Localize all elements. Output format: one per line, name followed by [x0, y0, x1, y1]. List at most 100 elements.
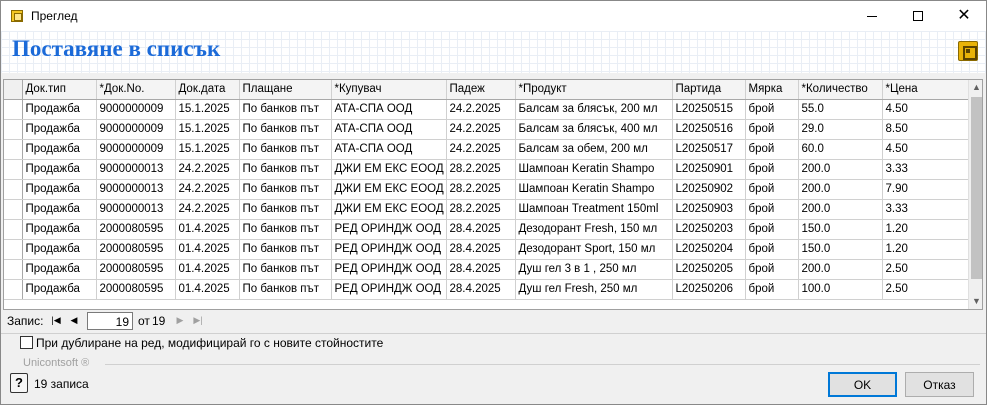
column-header-doc-date[interactable]: Док.дата: [175, 80, 240, 100]
cell-price[interactable]: 1.20: [882, 239, 969, 260]
table-row[interactable]: Продажба 9000000013 24.2.2025 По банков път…: [4, 179, 969, 200]
column-header-unit[interactable]: Мярка: [745, 80, 799, 100]
cell-quantity[interactable]: 60.0: [798, 139, 883, 160]
cell-doc-no[interactable]: 9000000009: [96, 139, 176, 160]
cell-doc-date[interactable]: 01.4.2025: [175, 279, 240, 300]
cell-unit[interactable]: брой: [745, 139, 799, 160]
cell-payment[interactable]: По банков път: [239, 199, 332, 220]
table-row[interactable]: Продажба 9000000009 15.1.2025 По банков път…: [4, 99, 969, 120]
table-row[interactable]: Продажба 9000000009 15.1.2025 По банков път…: [4, 139, 969, 160]
table-row[interactable]: Продажба 9000000009 15.1.2025 По банков път…: [4, 119, 969, 140]
cell-batch[interactable]: L20250517: [672, 139, 746, 160]
cell-product[interactable]: Шампоан Treatment 150ml: [515, 199, 673, 220]
cell-payment[interactable]: По банков път: [239, 119, 332, 140]
cell-quantity[interactable]: 200.0: [798, 179, 883, 200]
last-record-button[interactable]: ▶|: [189, 312, 207, 329]
cell-doc-no[interactable]: 9000000013: [96, 179, 176, 200]
cell-price[interactable]: 4.50: [882, 139, 969, 160]
cell-doc-type[interactable]: Продажба: [22, 279, 97, 300]
cell-unit[interactable]: брой: [745, 199, 799, 220]
cell-due-date[interactable]: 28.4.2025: [446, 259, 516, 280]
cell-batch[interactable]: L20250206: [672, 279, 746, 300]
table-row[interactable]: Продажба 9000000013 24.2.2025 По банков път…: [4, 159, 969, 180]
cell-due-date[interactable]: 24.2.2025: [446, 99, 516, 120]
cell-doc-no[interactable]: 9000000009: [96, 119, 176, 140]
cell-due-date[interactable]: 24.2.2025: [446, 119, 516, 140]
close-button[interactable]: ✕: [941, 1, 987, 31]
cell-unit[interactable]: брой: [745, 159, 799, 180]
column-header-doc-type[interactable]: Док.тип: [22, 80, 97, 100]
cell-due-date[interactable]: 28.2.2025: [446, 159, 516, 180]
cell-quantity[interactable]: 29.0: [798, 119, 883, 140]
cell-due-date[interactable]: 28.2.2025: [446, 199, 516, 220]
cell-doc-type[interactable]: Продажба: [22, 259, 97, 280]
cell-batch[interactable]: L20250901: [672, 159, 746, 180]
duplicate-checkbox[interactable]: [20, 336, 33, 349]
cell-doc-type[interactable]: Продажба: [22, 239, 97, 260]
cell-price[interactable]: 7.90: [882, 179, 969, 200]
cell-payment[interactable]: По банков път: [239, 99, 332, 120]
cell-doc-date[interactable]: 24.2.2025: [175, 159, 240, 180]
cell-buyer[interactable]: АТА-СПА ООД: [331, 99, 447, 120]
cell-unit[interactable]: брой: [745, 219, 799, 240]
cell-doc-date[interactable]: 24.2.2025: [175, 179, 240, 200]
cell-due-date[interactable]: 28.4.2025: [446, 239, 516, 260]
cell-doc-no[interactable]: 2000080595: [96, 219, 176, 240]
column-header-product[interactable]: *Продукт: [515, 80, 673, 100]
column-header-buyer[interactable]: *Купувач: [331, 80, 447, 100]
cell-unit[interactable]: брой: [745, 239, 799, 260]
cell-buyer[interactable]: ДЖИ ЕМ ЕКС ЕООД: [331, 179, 447, 200]
cell-buyer[interactable]: РЕД ОРИНДЖ ООД: [331, 259, 447, 280]
duplicate-checkbox-label[interactable]: При дублиране на ред, модифицирай го с н…: [36, 336, 383, 350]
cell-price[interactable]: 1.20: [882, 219, 969, 240]
cell-unit[interactable]: брой: [745, 119, 799, 140]
next-record-button[interactable]: ▶: [171, 312, 189, 329]
cell-price[interactable]: 8.50: [882, 119, 969, 140]
cancel-button[interactable]: Отказ: [905, 372, 974, 397]
row-selector[interactable]: [4, 119, 23, 140]
cell-batch[interactable]: L20250204: [672, 239, 746, 260]
column-header-doc-no[interactable]: *Док.No.: [96, 80, 176, 100]
column-header-quantity[interactable]: *Количество: [798, 80, 883, 100]
cell-quantity[interactable]: 150.0: [798, 219, 883, 240]
minimize-button[interactable]: [849, 1, 895, 31]
cell-payment[interactable]: По банков път: [239, 179, 332, 200]
cell-doc-no[interactable]: 9000000013: [96, 159, 176, 180]
cell-quantity[interactable]: 200.0: [798, 159, 883, 180]
cell-doc-no[interactable]: 2000080595: [96, 259, 176, 280]
table-row[interactable]: Продажба 9000000013 24.2.2025 По банков път…: [4, 199, 969, 220]
first-record-button[interactable]: |◀: [47, 312, 65, 329]
cell-buyer[interactable]: АТА-СПА ООД: [331, 139, 447, 160]
cell-doc-no[interactable]: 9000000009: [96, 99, 176, 120]
cell-quantity[interactable]: 200.0: [798, 199, 883, 220]
cell-price[interactable]: 3.33: [882, 159, 969, 180]
cell-due-date[interactable]: 28.4.2025: [446, 279, 516, 300]
cell-doc-type[interactable]: Продажба: [22, 219, 97, 240]
cell-doc-no[interactable]: 2000080595: [96, 239, 176, 260]
cell-quantity[interactable]: 100.0: [798, 279, 883, 300]
cell-doc-date[interactable]: 15.1.2025: [175, 119, 240, 140]
cell-price[interactable]: 4.50: [882, 99, 969, 120]
column-header-payment[interactable]: Плащане: [239, 80, 332, 100]
cell-doc-date[interactable]: 01.4.2025: [175, 259, 240, 280]
cell-due-date[interactable]: 28.2.2025: [446, 179, 516, 200]
cell-product[interactable]: Балсам за блясък, 200 мл: [515, 99, 673, 120]
cell-batch[interactable]: L20250515: [672, 99, 746, 120]
row-selector[interactable]: [4, 279, 23, 300]
cell-doc-type[interactable]: Продажба: [22, 159, 97, 180]
cell-quantity[interactable]: 150.0: [798, 239, 883, 260]
cell-quantity[interactable]: 200.0: [798, 259, 883, 280]
maximize-button[interactable]: [895, 1, 941, 31]
cell-doc-date[interactable]: 01.4.2025: [175, 239, 240, 260]
cell-product[interactable]: Балсам за блясък, 400 мл: [515, 119, 673, 140]
cell-product[interactable]: Дезодорант Fresh, 150 мл: [515, 219, 673, 240]
cell-price[interactable]: 3.33: [882, 199, 969, 220]
cell-doc-type[interactable]: Продажба: [22, 119, 97, 140]
cell-doc-type[interactable]: Продажба: [22, 179, 97, 200]
column-header-due-date[interactable]: Падеж: [446, 80, 516, 100]
row-selector[interactable]: [4, 99, 23, 120]
cell-buyer[interactable]: РЕД ОРИНДЖ ООД: [331, 219, 447, 240]
cell-product[interactable]: Душ гел 3 в 1 , 250 мл: [515, 259, 673, 280]
cell-batch[interactable]: L20250516: [672, 119, 746, 140]
data-grid[interactable]: Док.тип *Док.No. Док.дата Плащане *Купувач Па…: [3, 79, 983, 310]
